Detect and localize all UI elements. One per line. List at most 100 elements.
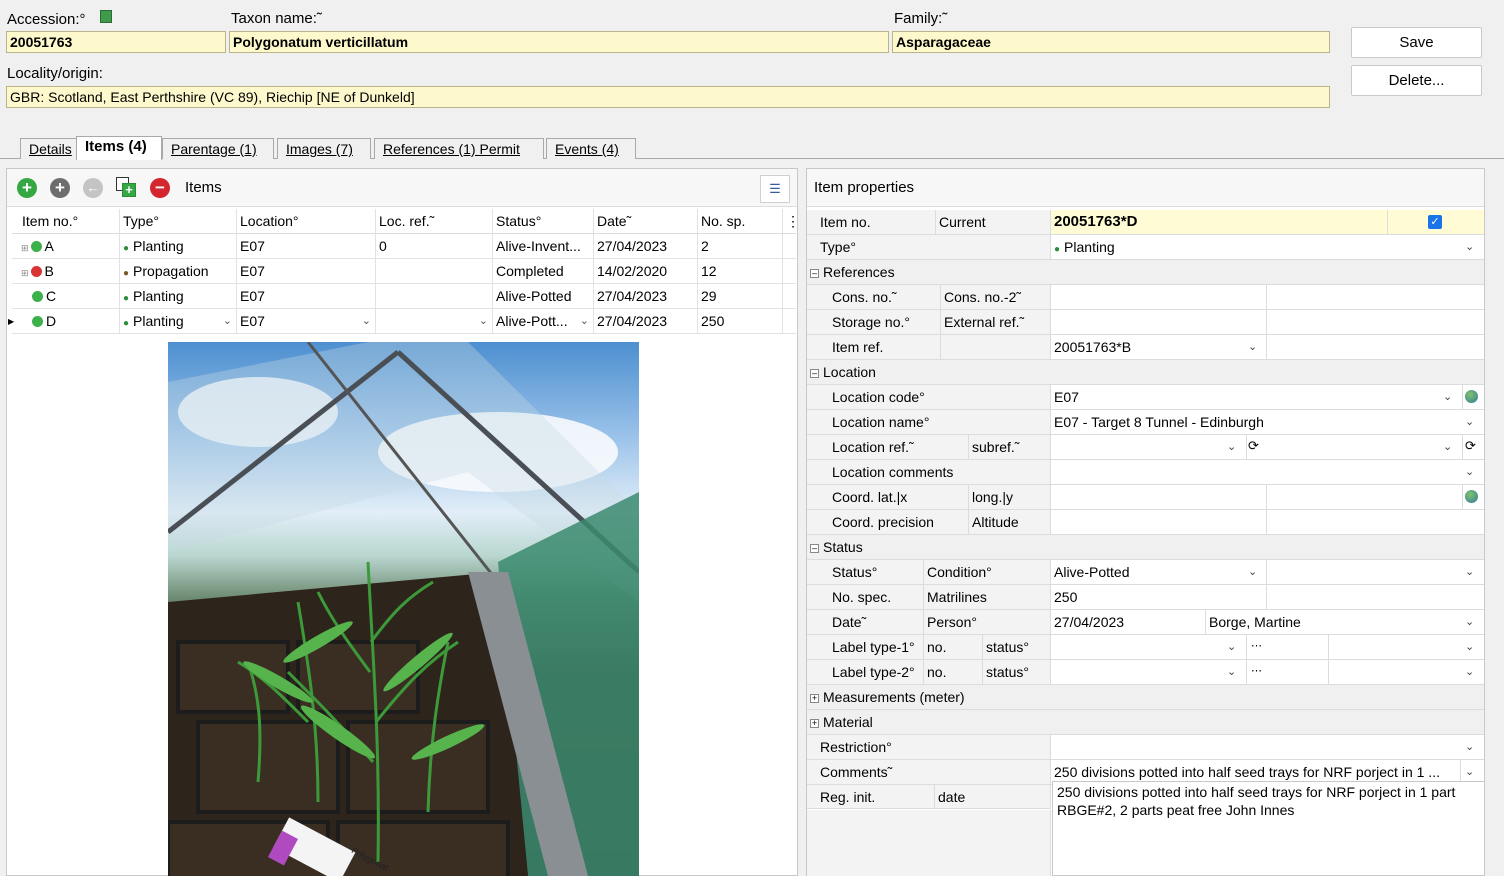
cons-no2-input[interactable] <box>1267 285 1484 309</box>
tab-items[interactable]: Items (4) <box>76 136 162 160</box>
chevron-down-icon[interactable]: ⌄ <box>1227 660 1236 684</box>
table-row[interactable]: ⊞ B ● Propagation E07 Completed 14/02/2020… <box>12 259 796 284</box>
refresh-icon[interactable]: ⟳ <box>1465 438 1476 454</box>
tree-view-icon[interactable]: ☰ <box>760 175 790 203</box>
label-2-no-input[interactable] <box>1267 660 1329 684</box>
col-status[interactable]: Status° <box>493 209 594 234</box>
family-field[interactable]: Asparagaceae <box>892 31 1330 53</box>
book-icon[interactable] <box>99 10 112 23</box>
save-button[interactable]: Save <box>1351 27 1482 58</box>
expand-icon[interactable]: + <box>810 694 819 703</box>
ellipsis-icon[interactable]: ⋯ <box>1251 635 1262 657</box>
label-type-1-select[interactable] <box>1051 635 1247 659</box>
table-row-selected[interactable]: ▶ D ● Planting ⌄ E07 ⌄ ⌄ Alive-Pott... ⌄ 27/… <box>8 309 796 334</box>
location-name-select[interactable]: E07 - Target 8 Tunnel - Edinburgh <box>1051 410 1484 434</box>
label-1-no-input[interactable] <box>1267 635 1329 659</box>
back-arrow-icon[interactable]: ← <box>83 178 103 198</box>
storage-no-input[interactable] <box>1051 310 1267 334</box>
chevron-down-icon[interactable]: ⌄ <box>1465 560 1474 584</box>
label-type-2-select[interactable] <box>1051 660 1247 684</box>
subref-select[interactable] <box>1267 435 1463 459</box>
chevron-down-icon[interactable]: ⌄ <box>1465 610 1474 634</box>
collapse-icon[interactable]: – <box>810 269 819 278</box>
item-no-value[interactable]: 20051763*D <box>1051 210 1388 234</box>
prop-label-type-2: Label type-2° no. status° ⌄ ⋯ ⌄ <box>807 660 1484 685</box>
globe-icon[interactable] <box>1465 490 1478 503</box>
delete-item-icon[interactable]: − <box>150 178 170 198</box>
section-references[interactable]: – References <box>807 260 1484 285</box>
refresh-icon[interactable]: ⟳ <box>1248 438 1259 454</box>
current-checkbox[interactable]: ✓ <box>1428 215 1442 229</box>
col-item-no[interactable]: Item no.° <box>12 209 120 234</box>
add-sub-item-icon[interactable]: + <box>50 178 70 198</box>
expand-icon[interactable]: + <box>810 719 819 728</box>
tab-events[interactable]: Events (4) <box>546 138 636 159</box>
item-ref-select[interactable]: 20051763*B <box>1051 335 1267 359</box>
chevron-down-icon[interactable]: ⌄ <box>1465 235 1474 259</box>
collapse-icon[interactable]: – <box>810 369 819 378</box>
location-comments-input[interactable] <box>1051 460 1484 484</box>
section-status[interactable]: – Status <box>807 535 1484 560</box>
copy-item-icon[interactable]: + <box>116 177 136 197</box>
label-1-status-select[interactable] <box>1329 635 1484 659</box>
location-code-select[interactable]: E07 <box>1051 385 1463 409</box>
no-spec-input[interactable]: 250 <box>1051 585 1267 609</box>
restriction-select[interactable] <box>1051 735 1484 759</box>
person-select[interactable]: Borge, Martine <box>1206 610 1484 634</box>
taxon-field[interactable]: Polygonatum verticillatum <box>229 31 889 53</box>
locality-field[interactable]: GBR: Scotland, East Perthshire (VC 89), … <box>6 86 1330 108</box>
coord-precision-input[interactable] <box>1051 510 1267 534</box>
section-material[interactable]: + Material <box>807 710 1484 735</box>
col-more-icon[interactable]: ⋮ <box>783 209 796 234</box>
location-ref-select[interactable] <box>1051 435 1247 459</box>
coord-lat-input[interactable] <box>1051 485 1267 509</box>
table-row[interactable]: ⊞ A ● Planting E07 0 Alive-Invent... 27/04… <box>12 234 796 259</box>
globe-icon[interactable] <box>1465 390 1478 403</box>
type-select[interactable]: ● Planting <box>1051 235 1484 259</box>
chevron-down-icon[interactable]: ⌄ <box>1248 335 1257 359</box>
section-location[interactable]: – Location <box>807 360 1484 385</box>
chevron-down-icon[interactable]: ⌄ <box>479 309 488 334</box>
col-type[interactable]: Type° <box>120 209 237 234</box>
chevron-down-icon[interactable]: ⌄ <box>1227 435 1236 459</box>
properties-title: Item properties <box>814 179 915 196</box>
external-ref-input[interactable] <box>1267 310 1484 334</box>
matrilines-input[interactable] <box>1267 585 1484 609</box>
tab-references-permit[interactable]: References (1) Permit <box>374 138 544 159</box>
tab-images[interactable]: Images (7) <box>277 138 371 159</box>
date-input[interactable]: 27/04/2023 <box>1051 610 1206 634</box>
col-location[interactable]: Location° <box>237 209 376 234</box>
add-item-icon[interactable]: + <box>17 178 37 198</box>
condition-select[interactable] <box>1267 560 1484 584</box>
chevron-down-icon[interactable]: ⌄ <box>223 309 232 334</box>
chevron-down-icon[interactable]: ⌄ <box>1227 635 1236 659</box>
chevron-down-icon[interactable]: ⌄ <box>1443 385 1452 409</box>
tab-parentage[interactable]: Parentage (1) <box>162 138 274 159</box>
chevron-down-icon[interactable]: ⌄ <box>1248 560 1257 584</box>
label-2-status-select[interactable] <box>1329 660 1484 684</box>
chevron-down-icon[interactable]: ⌄ <box>362 309 371 334</box>
chevron-down-icon[interactable]: ⌄ <box>1465 635 1474 659</box>
memo-line-2: RBGE#2, 2 parts peat free John Innes <box>1057 802 1295 818</box>
cons-no-input[interactable] <box>1051 285 1267 309</box>
ellipsis-icon[interactable]: ⋯ <box>1251 660 1262 682</box>
chevron-down-icon[interactable]: ⌄ <box>1465 660 1474 684</box>
col-date[interactable]: Date˜ <box>594 209 698 234</box>
delete-button[interactable]: Delete... <box>1351 65 1482 96</box>
tab-details[interactable]: Details <box>20 138 78 159</box>
status-select[interactable]: Alive-Potted <box>1051 560 1267 584</box>
coord-long-input[interactable] <box>1267 485 1463 509</box>
collapse-icon[interactable]: – <box>810 544 819 553</box>
col-loc-ref[interactable]: Loc. ref.˜ <box>376 209 493 234</box>
chevron-down-icon[interactable]: ⌄ <box>1465 460 1474 484</box>
chevron-down-icon[interactable]: ⌄ <box>580 309 589 334</box>
col-no-sp[interactable]: No. sp. <box>698 209 783 234</box>
altitude-input[interactable] <box>1267 510 1484 534</box>
chevron-down-icon[interactable]: ⌄ <box>1465 410 1474 434</box>
chevron-down-icon[interactable]: ⌄ <box>1443 435 1452 459</box>
accession-field[interactable]: 20051763 <box>6 31 226 53</box>
comments-memo[interactable]: 250 divisions potted into half seed tray… <box>1052 781 1485 876</box>
chevron-down-icon[interactable]: ⌄ <box>1465 735 1474 759</box>
table-row[interactable]: C ● Planting E07 Alive-Potted 27/04/2023 … <box>12 284 796 309</box>
section-measurements[interactable]: + Measurements (meter) <box>807 685 1484 710</box>
